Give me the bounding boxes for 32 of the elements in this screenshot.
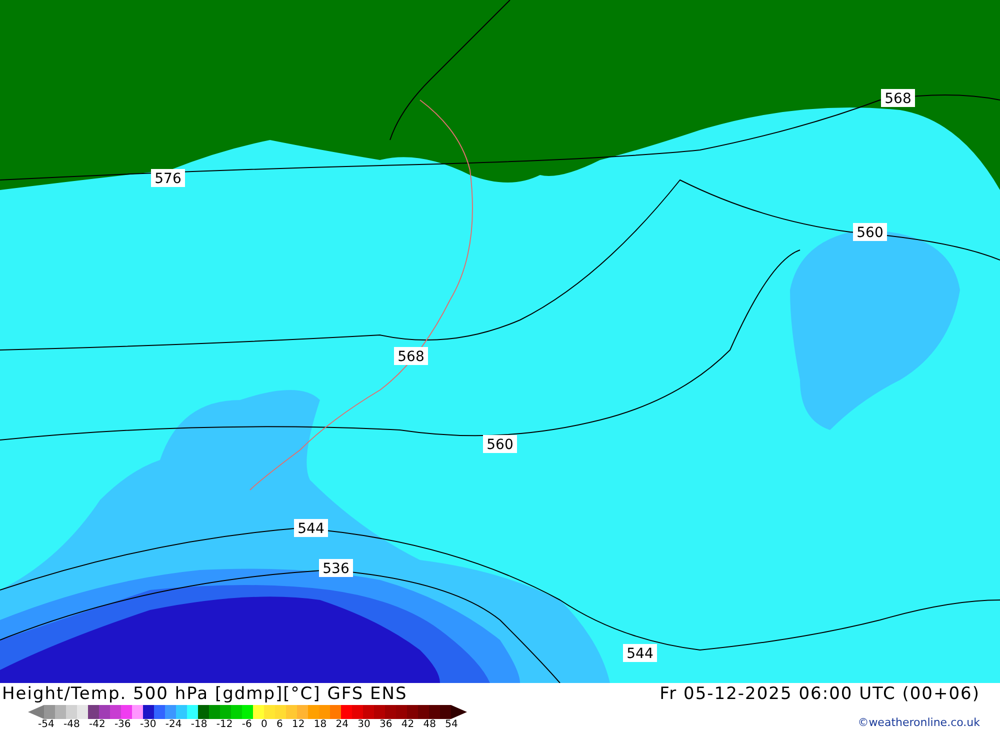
legend-tick: -30	[140, 719, 156, 731]
legend-tick: 36	[380, 719, 392, 731]
credit-link[interactable]: ©weatheronline.co.uk	[858, 716, 980, 729]
legend-tick: 54	[445, 719, 458, 731]
contour-label: 544	[623, 644, 657, 662]
legend-tick: -12	[216, 719, 233, 731]
legend-tick: 6	[276, 719, 283, 731]
legend-tick: 48	[423, 719, 436, 731]
legend-tick: 18	[314, 719, 327, 731]
legend-right-arrow-icon	[451, 705, 467, 719]
contour-label: 568	[394, 347, 428, 365]
contour-label: 536	[319, 559, 353, 577]
legend-tick: -54	[38, 719, 54, 731]
legend-tick: 0	[261, 719, 268, 731]
contour-label: 560	[483, 435, 517, 453]
chart-title: Height/Temp. 500 hPa [gdmp][°C] GFS ENS	[2, 683, 408, 705]
legend-tick: -42	[88, 719, 106, 731]
valid-time: Fr 05-12-2025 06:00 UTC (00+06)	[660, 683, 980, 705]
legend-tick: -24	[165, 719, 182, 731]
legend-tick: 12	[292, 719, 305, 731]
legend-tick: -48	[63, 719, 80, 731]
legend-tick: -6	[242, 719, 252, 731]
legend-tick: 42	[401, 719, 414, 731]
contour-label: 576	[151, 169, 185, 187]
legend-tick: -18	[190, 719, 208, 731]
legend-left-arrow-icon	[28, 705, 44, 719]
contour-label: 568	[881, 89, 915, 107]
legend-tick: 24	[336, 719, 349, 731]
legend-tick: -36	[114, 719, 131, 731]
contour-label: 560	[853, 223, 887, 241]
contour-label: 544	[294, 519, 328, 537]
legend-tick: 30	[358, 719, 370, 731]
